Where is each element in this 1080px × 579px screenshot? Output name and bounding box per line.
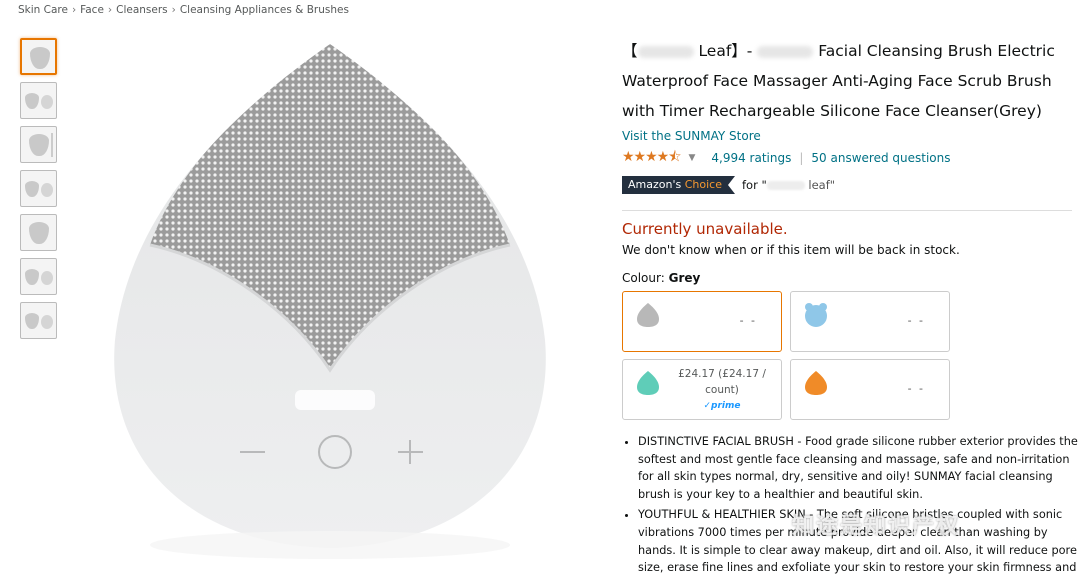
section-divider bbox=[622, 210, 1072, 211]
divider: | bbox=[799, 151, 804, 165]
thumbnail-3[interactable] bbox=[20, 126, 57, 163]
selected-colour: Grey bbox=[668, 271, 701, 285]
choice-keyword[interactable]: for " leaf" bbox=[742, 178, 835, 192]
orange-brush-icon bbox=[805, 371, 827, 395]
colour-swatch-grid: - - - - £24.17 (£24.17 / count) ✓prime -… bbox=[622, 291, 1072, 420]
swatch-blue[interactable]: - - bbox=[790, 291, 950, 352]
star-rating-icon[interactable]: ★★★★⯪ bbox=[622, 146, 681, 170]
brush-icon bbox=[29, 222, 49, 244]
thumbnail-4[interactable] bbox=[20, 170, 57, 207]
brush-icon bbox=[41, 271, 53, 285]
ruler-icon bbox=[51, 133, 53, 157]
swatch-price: - - bbox=[907, 382, 925, 395]
breadcrumb-cleansers[interactable]: Cleansers bbox=[116, 4, 168, 16]
brush-icon bbox=[41, 95, 53, 109]
product-title: 【 Leaf】- Facial Cleansing Brush Electric… bbox=[622, 42, 1055, 120]
breadcrumb-face[interactable]: Face bbox=[80, 4, 104, 16]
led-indicator bbox=[295, 390, 375, 410]
watermark: 知途是知识产权 bbox=[792, 514, 961, 539]
swatch-grey[interactable]: - - bbox=[622, 291, 782, 352]
main-product-image[interactable] bbox=[110, 40, 550, 575]
rating-row: ★★★★⯪ ▼ 4,994 ratings | 50 answered ques… bbox=[622, 146, 1072, 170]
amazons-choice-badge[interactable]: Amazon's Choice bbox=[622, 176, 735, 194]
store-link[interactable]: Visit the SUNMAY Store bbox=[622, 129, 1072, 143]
colour-label: Colour: Grey bbox=[622, 271, 701, 285]
swatch-orange[interactable]: - - bbox=[790, 359, 950, 420]
thumbnail-7[interactable] bbox=[20, 302, 57, 339]
breadcrumb-separator: › bbox=[107, 4, 113, 16]
brush-icon bbox=[25, 93, 39, 109]
ratings-count-link[interactable]: 4,994 ratings bbox=[711, 151, 791, 165]
thumbnail-5[interactable] bbox=[20, 214, 57, 251]
breadcrumb-separator: › bbox=[171, 4, 176, 16]
redacted-brand bbox=[637, 45, 694, 58]
redacted-brand bbox=[757, 45, 814, 58]
availability-detail: We don't know when or if this item will … bbox=[622, 243, 960, 257]
brush-icon bbox=[30, 47, 50, 69]
answered-questions-link[interactable]: 50 answered questions bbox=[811, 151, 950, 165]
teal-brush-icon bbox=[637, 371, 659, 395]
buy-box: 【 Leaf】- Facial Cleansing Brush Electric… bbox=[622, 36, 1078, 579]
swatch-price: - - bbox=[739, 314, 757, 327]
grey-brush-icon bbox=[637, 303, 659, 327]
swatch-teal[interactable]: £24.17 (£24.17 / count) ✓prime bbox=[622, 359, 782, 420]
swatch-price: - - bbox=[907, 314, 925, 327]
breadcrumb-separator: › bbox=[71, 4, 77, 16]
blue-brush-icon bbox=[805, 303, 827, 327]
feature-bullet: DISTINCTIVE FACIAL BRUSH - Food grade si… bbox=[638, 433, 1078, 503]
brush-icon bbox=[25, 313, 39, 329]
prime-badge: ✓prime bbox=[703, 401, 741, 411]
brush-icon bbox=[41, 315, 53, 329]
redacted-keyword bbox=[766, 181, 805, 190]
chevron-down-icon[interactable]: ▼ bbox=[688, 153, 695, 163]
breadcrumb: Skin Care › Face › Cleansers › Cleansing Appli… bbox=[18, 4, 349, 16]
thumbnail-2[interactable] bbox=[20, 82, 57, 119]
amazons-choice-row: Amazon's Choice for " leaf" bbox=[622, 176, 1072, 194]
breadcrumb-cleansing-appliances[interactable]: Cleansing Appliances & Brushes bbox=[180, 4, 349, 16]
thumbnail-1[interactable] bbox=[20, 38, 57, 75]
brush-icon bbox=[25, 181, 39, 197]
brush-icon bbox=[41, 183, 53, 197]
thumbnail-6[interactable] bbox=[20, 258, 57, 295]
brush-icon bbox=[25, 269, 39, 285]
brush-icon bbox=[29, 134, 49, 156]
breadcrumb-skin-care[interactable]: Skin Care bbox=[18, 4, 68, 16]
feature-bullets: DISTINCTIVE FACIAL BRUSH - Food grade si… bbox=[622, 433, 1078, 579]
swatch-price: £24.17 (£24.17 / count) ✓prime bbox=[677, 366, 767, 414]
thumbnail-strip bbox=[20, 38, 58, 346]
availability-status: Currently unavailable. bbox=[622, 220, 788, 238]
